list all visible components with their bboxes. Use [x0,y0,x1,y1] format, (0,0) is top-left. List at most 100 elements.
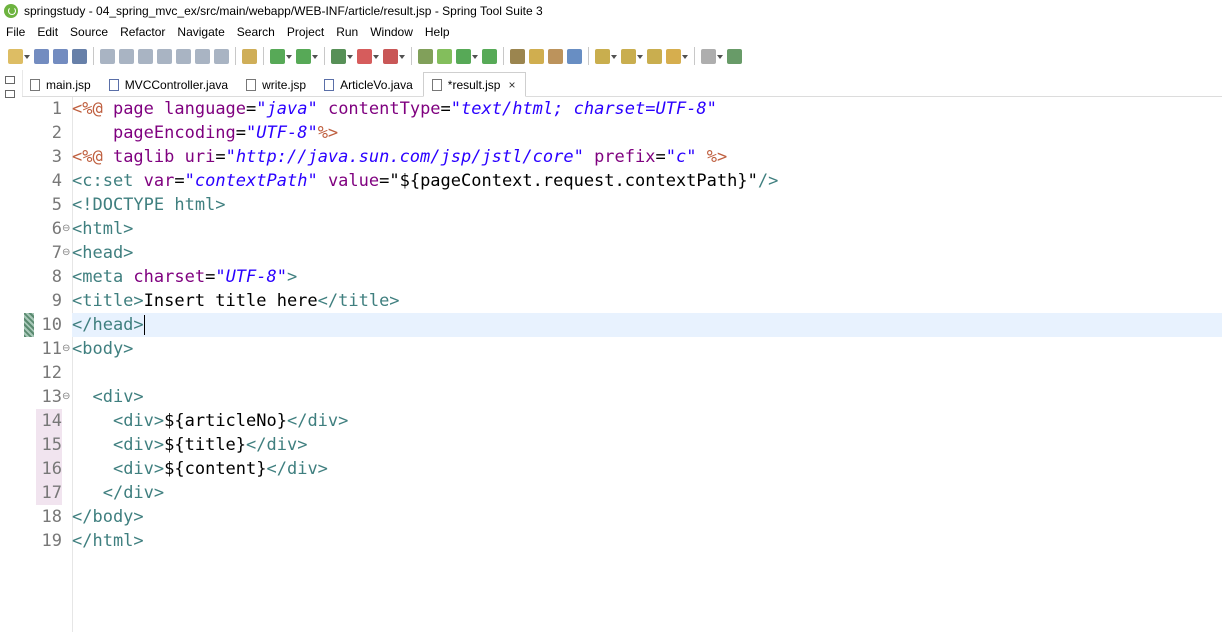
search-icon[interactable] [548,48,563,64]
code-line[interactable]: <div>${content}</div> [72,457,328,481]
editor-tab-write-jsp[interactable]: write.jsp [238,73,316,96]
editor-tab-articlevo-java[interactable]: ArticleVo.java [316,73,423,96]
step-return-icon[interactable] [214,48,229,64]
suspend-icon[interactable] [138,48,153,64]
jsp-file-icon [431,78,442,91]
code-line[interactable]: <%@ taglib uri="http://java.sun.com/jsp/… [72,145,727,169]
code-line[interactable]: <title>Insert title here</title> [72,289,400,313]
open-console-icon[interactable] [242,48,257,64]
open-type-icon[interactable] [510,48,525,64]
editor-tab-result-jsp[interactable]: *result.jsp × [422,72,527,97]
code-token: </div> [266,459,328,479]
line-number: 19 [41,531,62,551]
code-line[interactable]: <div>${articleNo}</div> [72,409,348,433]
code-line[interactable]: </div> [72,481,164,505]
external-tools-icon[interactable] [383,48,405,64]
refresh-icon[interactable] [482,48,497,64]
menu-navigate[interactable]: Navigate [171,22,230,42]
menu-search[interactable]: Search [231,22,281,42]
new-spring-icon[interactable] [437,48,452,64]
code-line[interactable]: </body> [72,505,144,529]
debug-icon[interactable] [270,48,292,64]
text-cursor [143,315,145,335]
fold-toggle-icon[interactable]: ⊖ [62,385,71,409]
code-token: ${content} [164,459,267,479]
editor-tab-main-jsp[interactable]: main.jsp [22,73,101,96]
next-annotation-icon[interactable] [595,48,617,64]
code-token: = [246,99,257,119]
pin-icon[interactable] [727,48,742,64]
menu-window[interactable]: Window [364,22,419,42]
step-over-icon[interactable] [195,48,210,64]
stop-icon[interactable] [357,48,379,64]
toolbar-separator [694,47,695,65]
tab-label: write.jsp [262,77,307,92]
menu-run[interactable]: Run [330,22,364,42]
code-line[interactable]: pageEncoding="UTF-8"%> [72,121,338,145]
prev-annotation-icon[interactable] [621,48,643,64]
run-icon[interactable] [296,48,318,64]
back-icon[interactable] [666,48,688,64]
coverage-icon[interactable] [331,48,353,64]
menu-project[interactable]: Project [281,22,330,42]
tab-label: ArticleVo.java [340,77,413,92]
last-edit-icon[interactable] [647,48,662,64]
save-icon[interactable] [34,48,49,64]
fold-toggle-icon[interactable]: ⊖ [62,217,71,241]
new-icon[interactable] [8,48,30,64]
resume-icon[interactable] [119,48,134,64]
close-icon[interactable]: × [508,78,515,92]
code-line[interactable]: <html> [72,217,133,241]
code-line[interactable]: <%@ page language="java" contentType="te… [72,97,717,121]
line-number: 6 [51,219,62,239]
fold-toggle-icon[interactable]: ⊖ [62,337,71,361]
outline-view-icon[interactable] [5,90,15,98]
open-task-icon[interactable] [418,48,433,64]
code-token: <div> [112,435,165,455]
code-line[interactable]: <div> [72,385,143,409]
code-editor[interactable]: <%@ page language="java" contentType="te… [72,97,1222,632]
code-token: "c" [665,147,697,167]
restore-icon[interactable] [5,76,15,84]
code-line[interactable]: </html> [72,529,144,553]
line-number: 5 [51,195,62,215]
open-file-icon[interactable] [529,48,544,64]
code-token: "UTF-8" [246,123,318,143]
code-line[interactable]: <!DOCTYPE html> [72,193,226,217]
fold-toggle-icon[interactable]: ⊖ [62,241,71,265]
tab-label: MVCController.java [124,77,229,92]
line-number-ruler: 1 2 3 4 5 6 ⊖ 7 ⊖ 8 9 10 11 ⊖ 12 13 ⊖ 14 15 16 17 18 19 [22,97,73,632]
terminate-icon[interactable] [157,48,172,64]
menu-file[interactable]: File [0,22,31,42]
forward-icon[interactable] [701,48,723,64]
menu-refactor[interactable]: Refactor [114,22,171,42]
step-into-icon[interactable] [176,48,191,64]
line-number: 12 [41,363,62,383]
code-token: <%@ [72,99,113,119]
toolbar-separator [324,47,325,65]
code-line[interactable]: <meta charset="UTF-8"> [72,265,297,289]
print-icon[interactable] [72,48,87,64]
code-line[interactable]: <div>${title}</div> [72,433,308,457]
boot-dashboard-icon[interactable] [456,48,478,64]
menu-source[interactable]: Source [64,22,114,42]
save-all-icon[interactable] [53,48,68,64]
code-token: <html> [72,219,134,239]
code-line[interactable]: <c:set var="contextPath" value="${pageCo… [72,169,778,193]
menu-help[interactable]: Help [419,22,456,42]
line-number: 18 [41,507,62,527]
code-line[interactable]: </head> [72,313,145,337]
code-line[interactable]: <head> [72,241,133,265]
code-token: %> [317,123,339,143]
code-line[interactable]: <body> [72,337,133,361]
editor-tab-mvccontroller-java[interactable]: MVCController.java [101,73,238,96]
line-number: 7 [51,243,62,263]
line-number: 3 [51,147,62,167]
skip-icon[interactable] [100,48,115,64]
globe-icon[interactable] [567,48,582,64]
menu-edit[interactable]: Edit [31,22,64,42]
